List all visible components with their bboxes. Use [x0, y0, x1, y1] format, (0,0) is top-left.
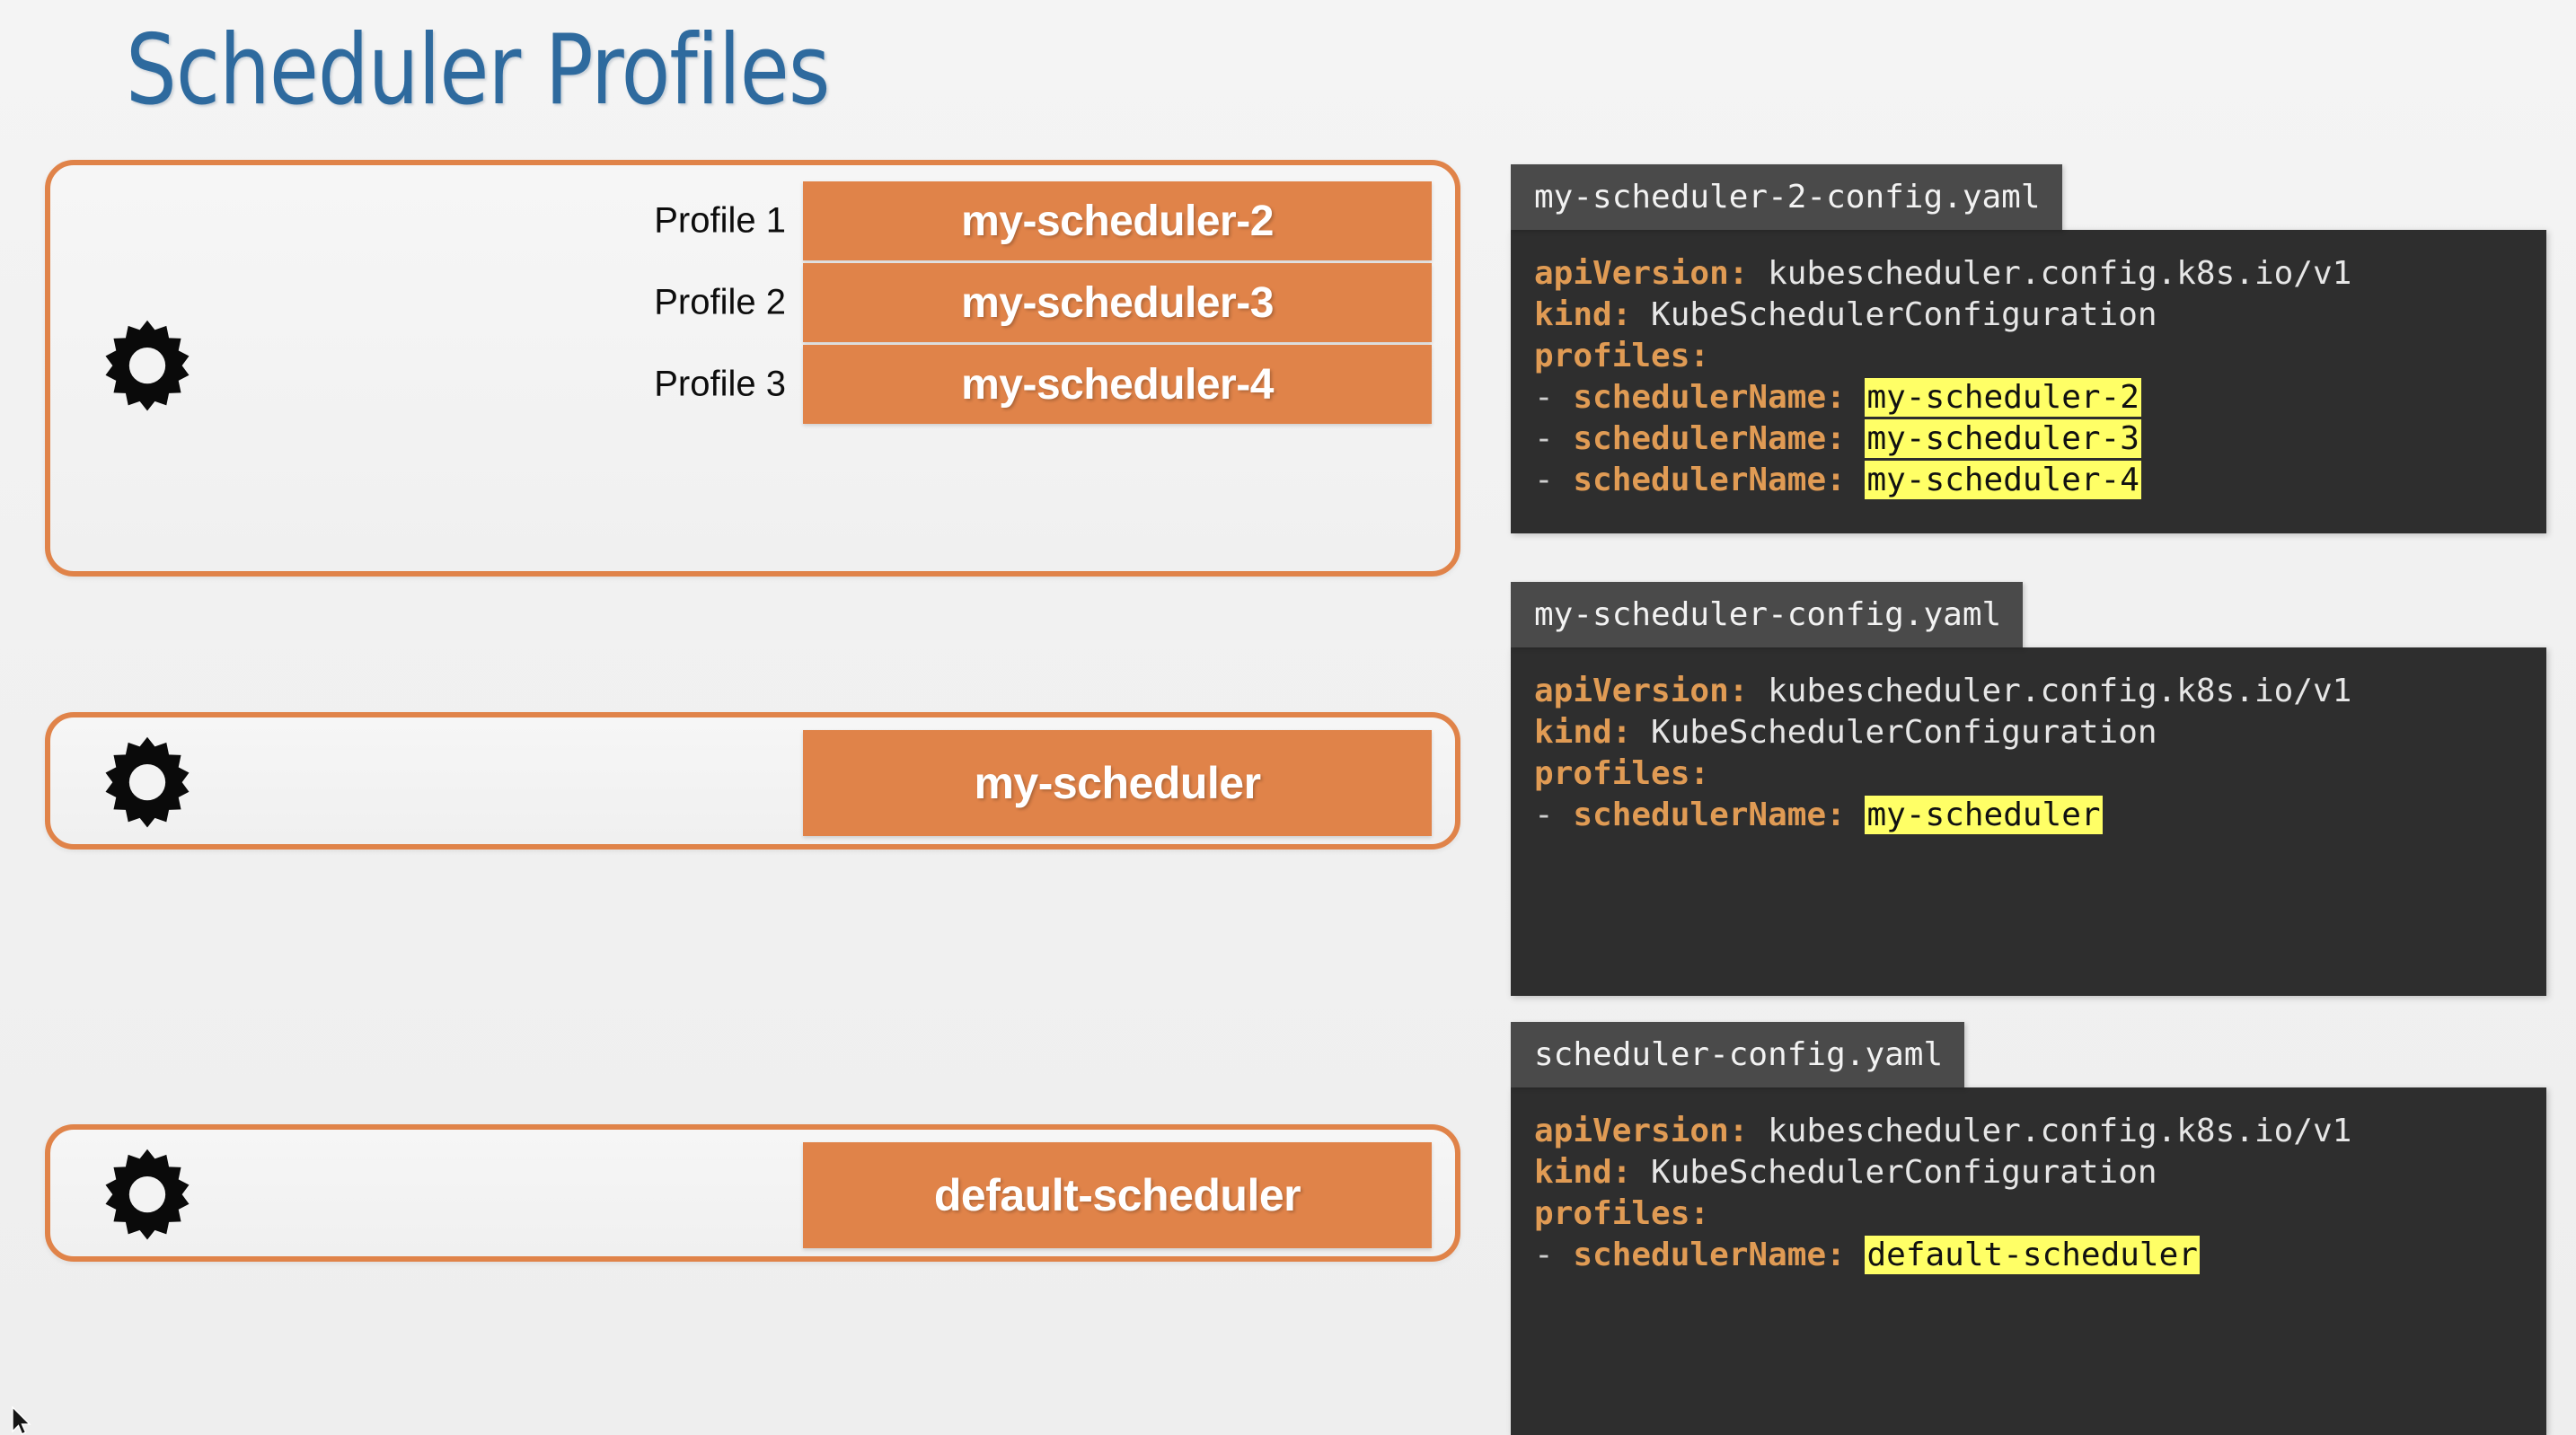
- code-body: apiVersion: kubescheduler.config.k8s.io/…: [1511, 647, 2546, 996]
- yaml-value: kubescheduler.config.k8s.io/v1: [1748, 255, 2352, 292]
- yaml-value: kubescheduler.config.k8s.io/v1: [1748, 1113, 2352, 1149]
- yaml-key: apiVersion:: [1534, 255, 1749, 292]
- code-filename-tab: my-scheduler-config.yaml: [1511, 582, 2024, 647]
- scheduler-name-bar[interactable]: my-scheduler-4: [803, 345, 1432, 424]
- code-line: - schedulerName: my-scheduler-2: [1534, 377, 2525, 418]
- highlighted-scheduler-name: my-scheduler-4: [1865, 461, 2141, 499]
- yaml-value: [1846, 462, 1866, 498]
- highlighted-scheduler-name: my-scheduler-3: [1865, 419, 2141, 458]
- yaml-dash: -: [1534, 420, 1574, 457]
- scheduler-name-bar[interactable]: my-scheduler-2: [803, 181, 1432, 260]
- code-line: profiles:: [1534, 753, 2525, 795]
- code-line: apiVersion: kubescheduler.config.k8s.io/…: [1534, 253, 2525, 295]
- yaml-key: apiVersion:: [1534, 1113, 1749, 1149]
- highlighted-scheduler-name: default-scheduler: [1865, 1236, 2200, 1274]
- profile-label: Profile 2: [654, 282, 786, 322]
- code-line: kind: KubeSchedulerConfiguration: [1534, 1152, 2525, 1193]
- yaml-key: schedulerName:: [1573, 797, 1846, 833]
- highlighted-scheduler-name: my-scheduler: [1865, 796, 2103, 834]
- yaml-dash: -: [1534, 1237, 1574, 1273]
- code-body: apiVersion: kubescheduler.config.k8s.io/…: [1511, 230, 2546, 533]
- scheduler-name-bar[interactable]: my-scheduler: [803, 730, 1432, 836]
- code-line: - schedulerName: default-scheduler: [1534, 1235, 2525, 1276]
- code-line: kind: KubeSchedulerConfiguration: [1534, 712, 2525, 753]
- code-block-scheduler-config: scheduler-config.yaml apiVersion: kubesc…: [1511, 1022, 2546, 1435]
- scheduler-panel-profiles: Profile 1 my-scheduler-2 Profile 2 my-sc…: [45, 160, 1460, 577]
- yaml-key: profiles:: [1534, 1195, 1710, 1232]
- code-line: profiles:: [1534, 336, 2525, 377]
- yaml-dash: -: [1534, 379, 1574, 416]
- yaml-dash: -: [1534, 797, 1574, 833]
- profile-label: Profile 1: [654, 200, 786, 241]
- yaml-key: schedulerName:: [1573, 420, 1846, 457]
- code-block-my-scheduler-config: my-scheduler-config.yaml apiVersion: kub…: [1511, 582, 2546, 996]
- scheduler-name-bar[interactable]: default-scheduler: [803, 1142, 1432, 1248]
- yaml-value: kubescheduler.config.k8s.io/v1: [1748, 673, 2352, 709]
- code-filename-tab: my-scheduler-2-config.yaml: [1511, 164, 2062, 230]
- code-line: apiVersion: kubescheduler.config.k8s.io/…: [1534, 1111, 2525, 1152]
- yaml-dash: -: [1534, 462, 1574, 498]
- profile-row: Profile 3 my-scheduler-4: [50, 345, 1455, 424]
- scheduler-panel-my-scheduler: my-scheduler: [45, 712, 1460, 850]
- highlighted-scheduler-name: my-scheduler-2: [1865, 378, 2141, 417]
- yaml-key: schedulerName:: [1573, 462, 1846, 498]
- gear-icon: [105, 736, 190, 828]
- scheduler-name-bar[interactable]: my-scheduler-3: [803, 263, 1432, 342]
- profile-row: Profile 2 my-scheduler-3: [50, 263, 1455, 342]
- yaml-key: profiles:: [1534, 338, 1710, 374]
- code-line: profiles:: [1534, 1193, 2525, 1235]
- yaml-key: schedulerName:: [1573, 1237, 1846, 1273]
- profile-row: Profile 1 my-scheduler-2: [50, 181, 1455, 260]
- code-body: apiVersion: kubescheduler.config.k8s.io/…: [1511, 1087, 2546, 1435]
- yaml-value: [1846, 379, 1866, 416]
- gear-icon: [105, 1149, 190, 1240]
- yaml-value: KubeSchedulerConfiguration: [1631, 714, 2157, 751]
- code-line: - schedulerName: my-scheduler-4: [1534, 460, 2525, 501]
- code-line: kind: KubeSchedulerConfiguration: [1534, 295, 2525, 336]
- yaml-value: [1846, 1237, 1866, 1273]
- code-line: - schedulerName: my-scheduler: [1534, 795, 2525, 836]
- yaml-key: apiVersion:: [1534, 673, 1749, 709]
- yaml-key: kind:: [1534, 1154, 1632, 1191]
- yaml-key: kind:: [1534, 714, 1632, 751]
- mouse-cursor-icon: [12, 1406, 31, 1435]
- scheduler-panel-default-scheduler: default-scheduler: [45, 1124, 1460, 1262]
- slide-canvas: Scheduler Profiles Profile 1 my-schedule…: [0, 0, 2576, 1435]
- yaml-value: KubeSchedulerConfiguration: [1631, 1154, 2157, 1191]
- yaml-key: schedulerName:: [1573, 379, 1846, 416]
- yaml-value: KubeSchedulerConfiguration: [1631, 296, 2157, 333]
- code-filename-tab: scheduler-config.yaml: [1511, 1022, 1965, 1087]
- page-title: Scheduler Profiles: [126, 14, 830, 127]
- code-line: apiVersion: kubescheduler.config.k8s.io/…: [1534, 671, 2525, 712]
- yaml-value: [1846, 420, 1866, 457]
- yaml-value: [1846, 797, 1866, 833]
- yaml-key: profiles:: [1534, 755, 1710, 792]
- code-block-my-scheduler-2-config: my-scheduler-2-config.yaml apiVersion: k…: [1511, 164, 2546, 533]
- profile-label: Profile 3: [654, 364, 786, 404]
- code-line: - schedulerName: my-scheduler-3: [1534, 418, 2525, 460]
- yaml-key: kind:: [1534, 296, 1632, 333]
